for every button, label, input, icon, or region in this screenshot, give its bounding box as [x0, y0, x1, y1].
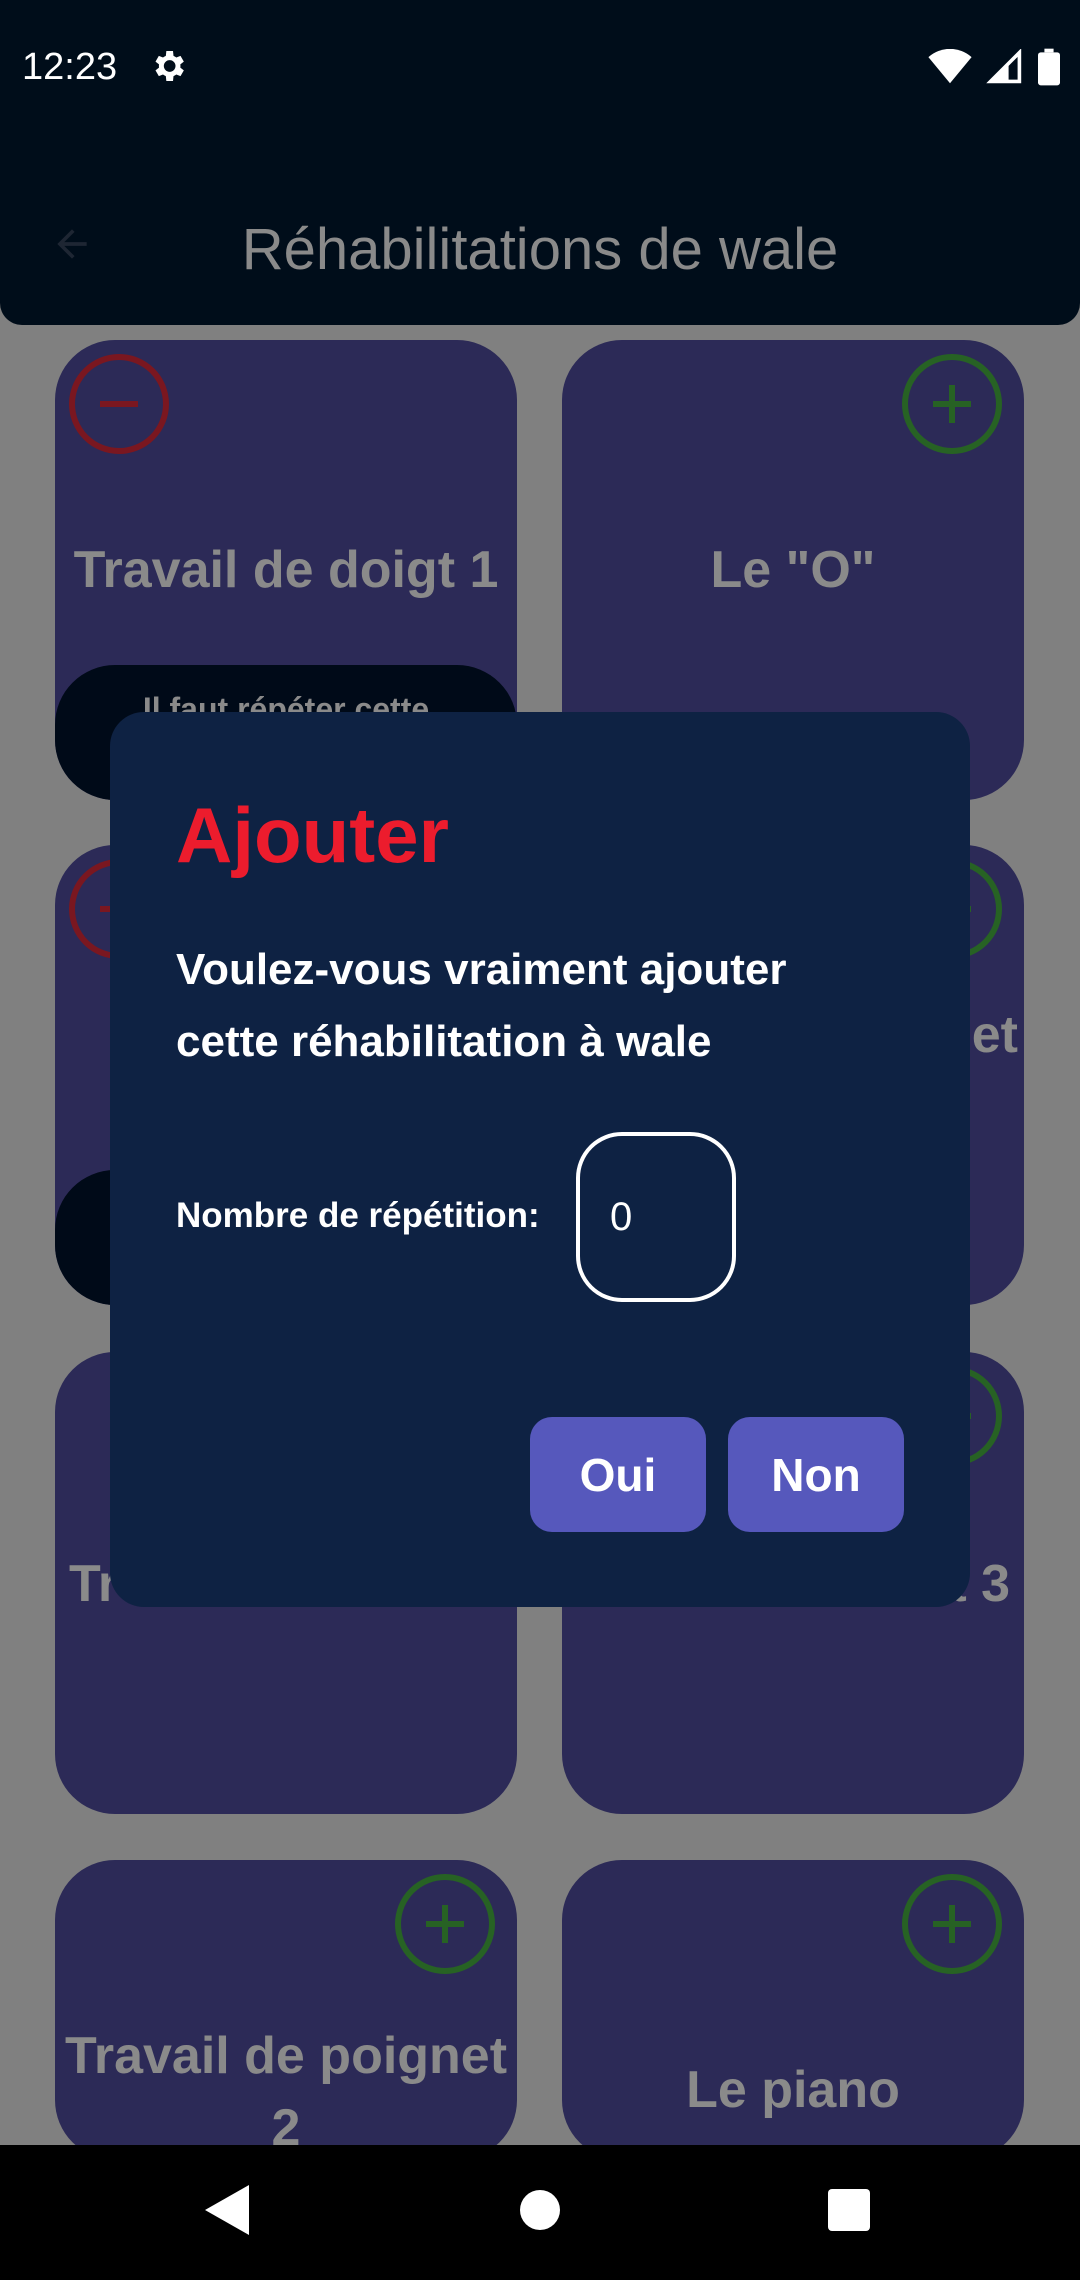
status-icons [928, 48, 1060, 86]
add-icon[interactable] [395, 1874, 495, 1974]
recents-square-icon[interactable] [828, 2189, 870, 2231]
add-icon[interactable] [902, 1874, 1002, 1974]
dialog-message: Voulez-vous vraiment ajouter cette réhab… [176, 945, 787, 1066]
add-dialog: Ajouter Voulez-vous vraiment ajouter cet… [110, 712, 970, 1607]
repetition-label: Nombre de répétition: [176, 1196, 540, 1235]
no-button[interactable]: Non [728, 1417, 904, 1532]
wifi-icon [928, 49, 972, 84]
card-title: Travail de doigt 1 [73, 541, 499, 599]
home-circle-icon[interactable] [518, 2188, 562, 2232]
add-icon[interactable] [902, 354, 1002, 454]
rehab-card[interactable]: Travail de poignet 2 [55, 1860, 517, 2160]
page-title: Réhabilitations de wale [241, 217, 839, 282]
back-triangle-icon[interactable] [205, 2185, 249, 2235]
card-title: Le "O" [710, 541, 876, 599]
signal-icon [986, 49, 1022, 84]
gear-icon [155, 51, 184, 81]
navigation-bar [0, 2145, 1080, 2280]
dialog-title: Ajouter [176, 791, 449, 879]
repetition-input[interactable] [576, 1132, 736, 1302]
rehab-card[interactable]: Le piano [562, 1860, 1024, 2160]
remove-icon[interactable] [69, 354, 169, 454]
battery-icon [1038, 48, 1060, 86]
card-title: Le piano [686, 2061, 900, 2119]
status-bar: 12:23 [0, 0, 1080, 130]
card-title: Travail de poignet 2 [64, 2027, 508, 2157]
status-time: 12:23 [22, 46, 118, 88]
yes-button[interactable]: Oui [530, 1417, 706, 1532]
app-bar: Réhabilitations de wale [0, 130, 1080, 325]
